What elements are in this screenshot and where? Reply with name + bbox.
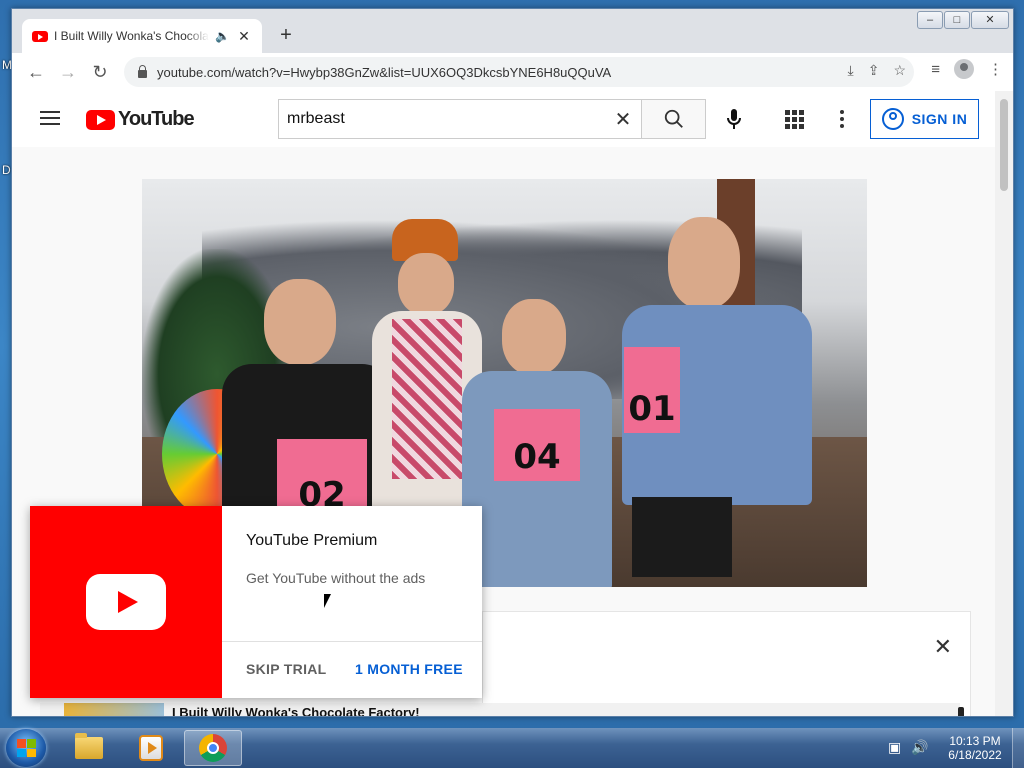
clear-search-icon[interactable]: ✕ (605, 107, 641, 132)
taskbar: ▣ 🔊 10:13 PM 6/18/2022 (0, 728, 1024, 768)
tab-close-icon[interactable]: ✕ (236, 28, 252, 45)
info-card: ✕ (482, 611, 971, 716)
skip-trial-button[interactable]: SKIP TRIAL (246, 661, 327, 677)
playlist-item[interactable]: I Built Willy Wonka's Chocolate Factory! (40, 703, 960, 716)
youtube-favicon-icon (32, 30, 48, 42)
video-thumbnail[interactable] (64, 703, 164, 716)
taskbar-explorer[interactable] (60, 730, 118, 766)
window-close-button[interactable]: ✕ (971, 11, 1009, 29)
sign-in-label: SIGN IN (911, 111, 968, 127)
new-tab-button[interactable]: + (274, 23, 298, 47)
bookmark-star-icon[interactable]: ☆ (893, 62, 906, 79)
show-desktop-button[interactable] (1012, 728, 1024, 768)
youtube-logo[interactable]: YouTube (86, 108, 195, 131)
browser-menu-icon[interactable]: ⋮ (988, 60, 1003, 78)
share-icon[interactable]: ⇪ (868, 62, 880, 79)
tab-title: I Built Willy Wonka's Chocolate Factory! (54, 29, 209, 43)
settings-more-icon[interactable] (834, 107, 850, 131)
folder-icon (75, 733, 103, 759)
search-button[interactable] (642, 99, 706, 139)
tab-strip: I Built Willy Wonka's Chocolate Factory!… (12, 9, 1013, 53)
youtube-logo-text: YouTube (118, 108, 195, 130)
playlist-item-title[interactable]: I Built Willy Wonka's Chocolate Factory! (172, 705, 420, 716)
sign-in-button[interactable]: SIGN IN (870, 99, 979, 139)
bib-number: 01 (624, 347, 680, 433)
taskbar-chrome[interactable] (184, 730, 242, 766)
one-month-free-button[interactable]: 1 MONTH FREE (355, 661, 463, 677)
promo-title: YouTube Premium (246, 532, 378, 549)
tab-youtube[interactable]: I Built Willy Wonka's Chocolate Factory!… (22, 19, 262, 53)
system-tray: ▣ 🔊 (888, 739, 929, 756)
media-queue-icon[interactable]: ≡ (931, 61, 940, 78)
taskbar-media-player[interactable] (122, 730, 180, 766)
speaker-icon[interactable]: 🔈 (215, 29, 230, 43)
profile-avatar-icon[interactable] (954, 59, 974, 79)
user-circle-icon (881, 108, 904, 130)
back-button[interactable]: ← (20, 56, 52, 88)
start-button[interactable] (6, 729, 46, 767)
network-icon[interactable]: ▣ (888, 739, 901, 756)
promo-image (30, 506, 222, 698)
forward-button[interactable]: → (52, 56, 84, 88)
lock-icon[interactable] (138, 64, 147, 78)
volume-icon[interactable]: 🔊 (911, 739, 928, 756)
bib-number: 04 (494, 409, 580, 481)
windows-logo-icon (17, 739, 36, 757)
address-bar[interactable]: youtube.com/watch?v=Hwybp38GnZw&list=UUX… (124, 57, 914, 87)
scrollbar-thumb[interactable] (1000, 99, 1008, 191)
reload-button[interactable]: ↻ (84, 56, 116, 88)
search-input[interactable]: mrbeast ✕ (278, 99, 642, 139)
menu-icon[interactable] (40, 111, 60, 125)
search-value[interactable]: mrbeast (287, 110, 605, 128)
close-icon[interactable]: ✕ (934, 634, 952, 660)
search-icon (664, 109, 683, 128)
youtube-header: YouTube mrbeast ✕ SIGN IN (12, 91, 997, 147)
microphone-icon (727, 109, 741, 129)
panel-scrollbar[interactable] (958, 707, 964, 716)
clock-date: 6/18/2022 (948, 748, 1002, 762)
url-text[interactable]: youtube.com/watch?v=Hwybp38GnZw&list=UUX… (157, 65, 611, 80)
page-scrollbar[interactable] (995, 91, 1013, 716)
minimize-button[interactable]: – (917, 11, 943, 29)
divider (222, 641, 482, 642)
browser-toolbar: ← → ↻ youtube.com/watch?v=Hwybp38GnZw&li… (12, 53, 1013, 91)
youtube-play-icon (86, 574, 166, 630)
clock[interactable]: 10:13 PM 6/18/2022 (942, 734, 1008, 762)
maximize-button[interactable]: □ (944, 11, 970, 29)
mouse-cursor-icon (324, 594, 331, 608)
voice-search-button[interactable] (718, 103, 750, 135)
media-player-icon (139, 735, 163, 761)
apps-grid-icon[interactable] (782, 107, 806, 131)
chrome-icon (199, 734, 227, 762)
youtube-play-icon (86, 109, 115, 130)
promo-subtitle: Get YouTube without the ads (246, 570, 426, 586)
premium-promo-dialog: YouTube Premium Get YouTube without the … (30, 506, 482, 698)
clock-time: 10:13 PM (949, 734, 1001, 748)
desktop-icon-label[interactable]: D (2, 163, 11, 177)
install-icon[interactable]: ⤓ (848, 62, 854, 79)
